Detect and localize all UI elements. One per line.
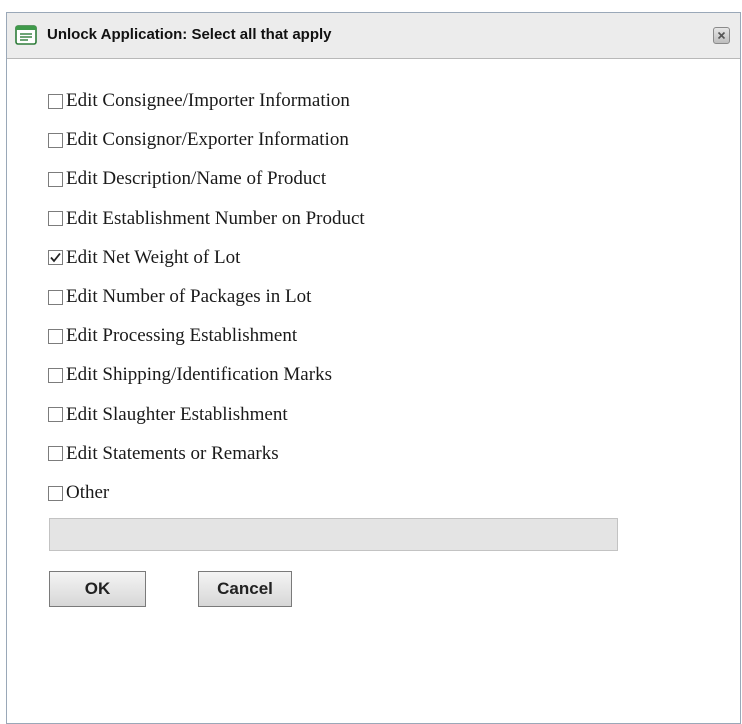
option-item[interactable]: Edit Number of Packages in Lot (48, 282, 311, 312)
checkbox[interactable] (48, 367, 63, 383)
option-item[interactable]: Edit Consignor/Exporter Information (48, 125, 349, 155)
option-item[interactable]: Edit Consignee/Importer Information (48, 86, 350, 116)
dialog-content: Edit Consignee/Importer Information Edit … (7, 59, 740, 723)
option-item[interactable]: Edit Processing Establishment (48, 321, 297, 351)
option-item[interactable]: Edit Shipping/Identification Marks (48, 360, 332, 390)
option-item[interactable]: Edit Description/Name of Product (48, 164, 326, 194)
checkbox[interactable] (48, 328, 63, 344)
option-label: Edit Consignor/Exporter Information (66, 129, 349, 151)
unlock-application-dialog: Unlock Application: Select all that appl… (6, 12, 741, 724)
checkbox[interactable] (48, 171, 63, 187)
option-label: Edit Processing Establishment (66, 325, 298, 347)
cancel-button[interactable]: Cancel (198, 571, 292, 607)
option-item[interactable]: Edit Establishment Number on Product (48, 204, 365, 234)
other-text-field[interactable] (49, 518, 618, 551)
option-label: Edit Number of Packages in Lot (66, 286, 312, 307)
dialog-title: Unlock Application: Select all that appl… (47, 26, 332, 43)
option-label: Edit Shipping/Identification Marks (66, 364, 332, 386)
option-label: Edit Statements or Remarks (66, 442, 279, 464)
checkbox[interactable] (48, 446, 63, 462)
checkbox[interactable] (48, 485, 63, 501)
option-item[interactable]: Edit Slaughter Establishment (48, 400, 288, 430)
option-label: Edit Slaughter Establishment (66, 403, 288, 425)
dialog-titlebar: Unlock Application: Select all that appl… (7, 13, 740, 59)
checkbox[interactable] (48, 211, 63, 227)
option-label: Edit Description/Name of Product (66, 168, 327, 190)
option-label: Edit Net Weight of Lot (66, 246, 241, 268)
option-label: Other (66, 482, 110, 503)
checkbox[interactable] (48, 132, 63, 148)
option-item[interactable]: Other (48, 478, 109, 508)
option-item[interactable]: Edit Net Weight of Lot (48, 243, 240, 273)
checkbox[interactable] (48, 407, 63, 423)
checkbox-checked[interactable] (48, 250, 63, 266)
option-label: Edit Establishment Number on Product (66, 207, 365, 229)
checkbox[interactable] (48, 93, 63, 109)
checkbox[interactable] (48, 289, 63, 305)
checkmark-icon (50, 253, 61, 263)
close-icon[interactable] (713, 27, 730, 44)
form-icon (15, 25, 37, 45)
option-label: Edit Consignee/Importer Information (66, 90, 350, 111)
ok-button[interactable]: OK (49, 571, 146, 607)
option-item[interactable]: Edit Statements or Remarks (48, 439, 279, 469)
